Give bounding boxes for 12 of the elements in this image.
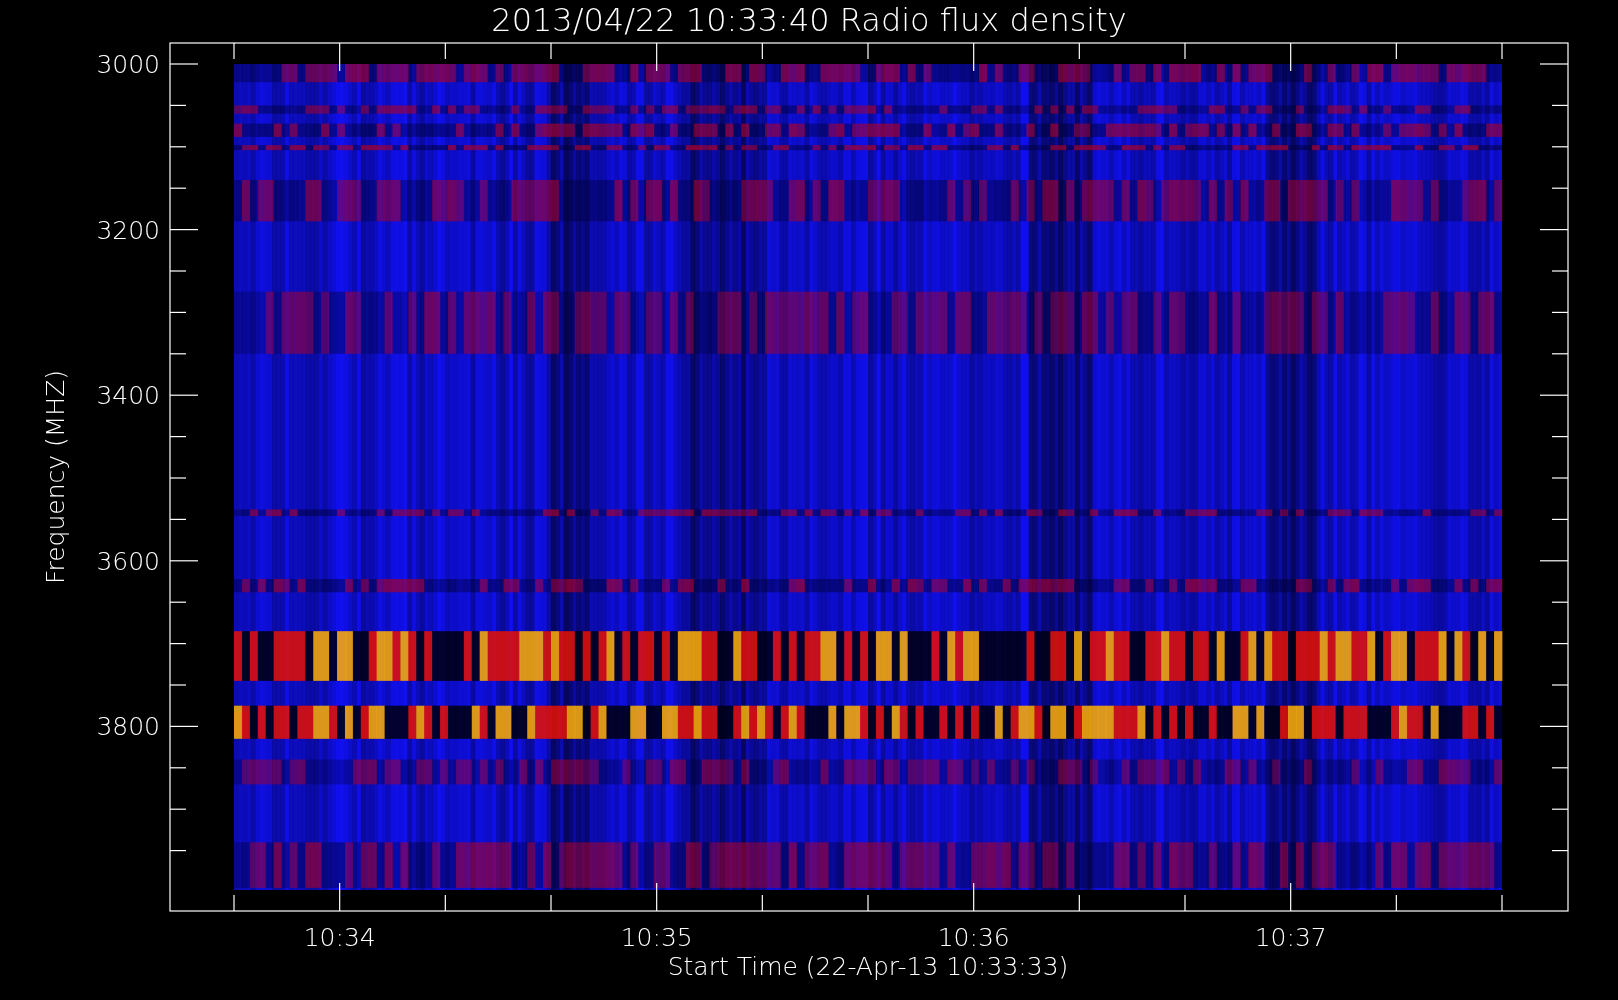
y-axis-label: Frequency (MHZ) — [41, 369, 70, 585]
y-tick-label: 3000 — [96, 50, 160, 79]
x-tick-label: 10:37 — [1254, 923, 1327, 952]
x-tick-label: 10:36 — [937, 923, 1010, 952]
y-tick-label: 3200 — [96, 215, 160, 245]
x-tick-label: 10:34 — [303, 923, 376, 952]
x-tick-label: 10:35 — [620, 923, 693, 952]
chart-title: 2013/04/22 10:33:40 Radio flux density — [491, 1, 1127, 39]
y-tick-label: 3400 — [96, 381, 160, 411]
y-tick-label: 3600 — [96, 546, 160, 576]
x-axis-label: Start Time (22-Apr-13 10:33:33) — [667, 952, 1069, 981]
y-tick-label: 3800 — [96, 712, 160, 742]
